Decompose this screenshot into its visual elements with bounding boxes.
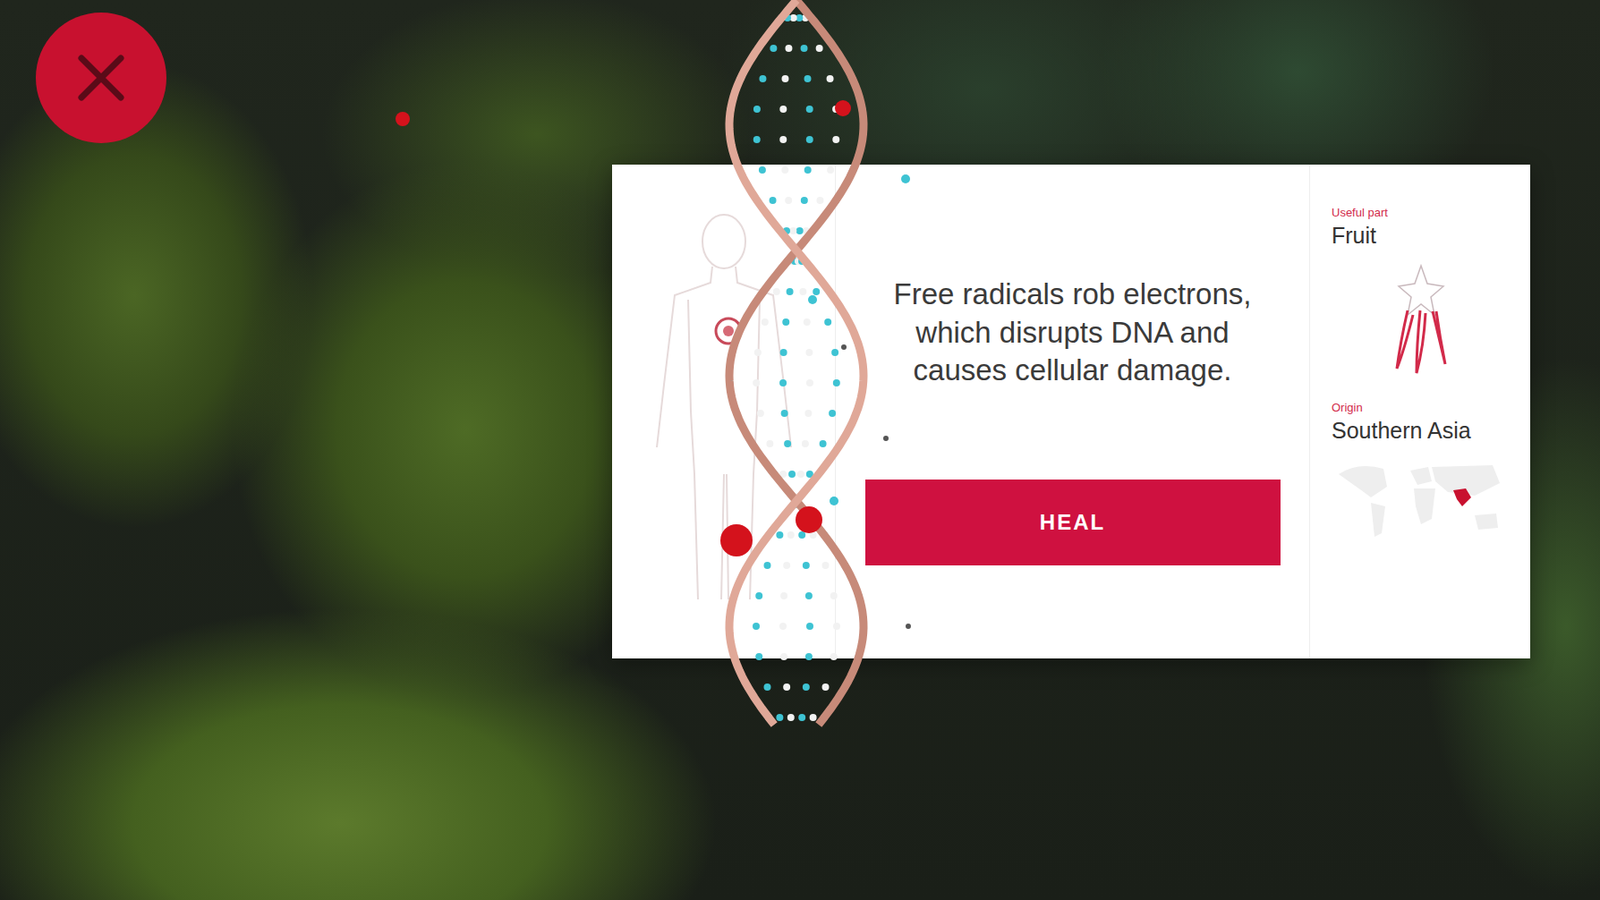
info-value: Southern Asia [1331, 417, 1511, 444]
ar-view: Free radicals rob electrons,which disrup… [0, 0, 1600, 900]
origin: Origin Southern Asia [1331, 400, 1511, 444]
info-column: Useful part Fruit Origin Southern Asia [1310, 164, 1531, 659]
world-map-icon [1331, 456, 1511, 543]
info-label: Useful part [1331, 205, 1511, 220]
card-main: Free radicals rob electrons,which disrup… [835, 164, 1311, 659]
close-button[interactable] [35, 12, 167, 144]
message-line: which disrupts DNA and [893, 314, 1252, 353]
useful-part: Useful part Fruit [1331, 205, 1511, 249]
message-line: causes cellular damage. [893, 351, 1252, 391]
heal-button[interactable]: HEAL [865, 479, 1281, 566]
body-outline-icon [638, 205, 809, 618]
dna-helix-icon [357, 0, 913, 743]
origin-map [1331, 443, 1511, 566]
info-label: Origin [1331, 400, 1511, 415]
message-text: Free radicals rob electrons,which disrup… [893, 275, 1252, 392]
fruit-icon [1380, 261, 1462, 378]
fruit-illustration [1331, 248, 1511, 401]
body-figure [612, 164, 836, 659]
message-line: Free radicals rob electrons, [893, 275, 1252, 315]
info-value: Fruit [1331, 222, 1511, 249]
close-icon [72, 49, 130, 107]
info-card: Free radicals rob electrons,which disrup… [612, 164, 1531, 659]
